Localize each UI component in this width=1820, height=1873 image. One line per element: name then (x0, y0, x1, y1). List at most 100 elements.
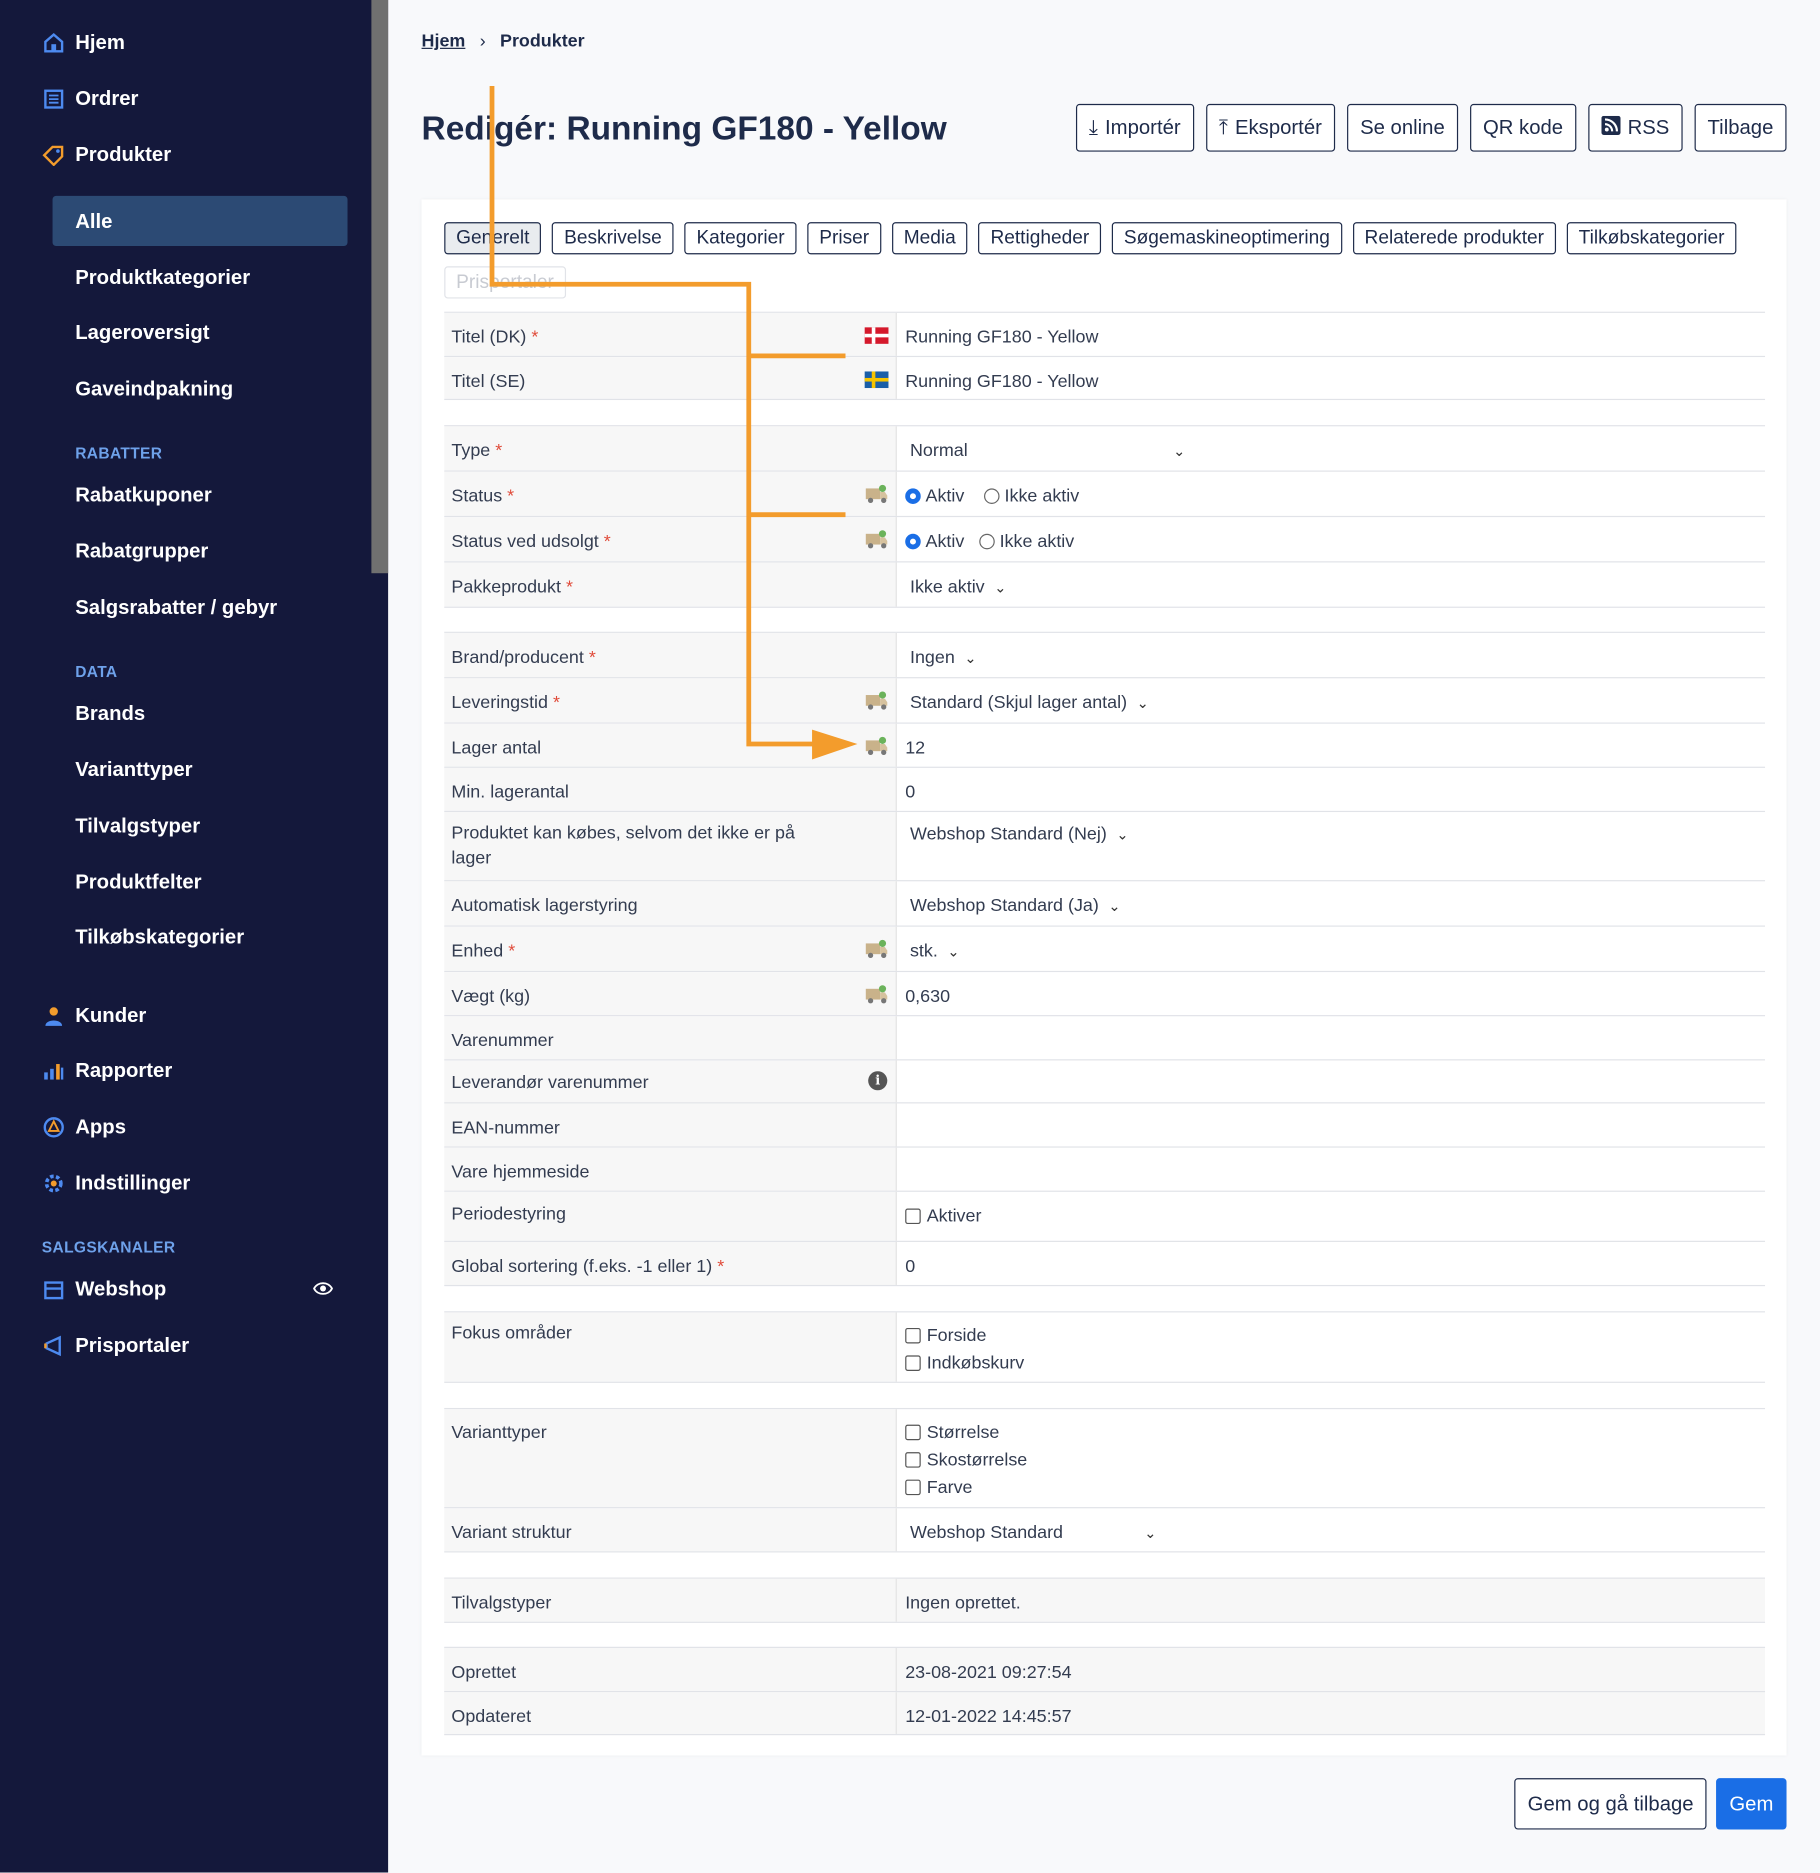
eye-icon[interactable] (313, 1280, 333, 1303)
weight-input[interactable]: 0,630 (905, 984, 1765, 1009)
sidebar-item-customers[interactable]: Kunder (42, 1002, 146, 1031)
stock-input[interactable]: 12 (905, 736, 1765, 761)
view-online-button[interactable]: Se online (1346, 103, 1458, 152)
form-row-status-soldout: Status ved udsolgt * Aktiv Ikke aktiv (444, 515, 1766, 562)
swedish-flag-icon (864, 371, 889, 389)
sidebar-item-home[interactable]: Hjem (42, 29, 125, 58)
tab-seo[interactable]: Søgemaskineoptimering (1111, 222, 1342, 255)
status-inactive-radio[interactable]: Ikke aktiv (984, 486, 1079, 506)
unit-select[interactable]: stk. ⌄ (910, 939, 1765, 965)
sidebar-item-discount-groups[interactable]: Rabatgrupper (75, 537, 208, 566)
sidebar-item-coupons[interactable]: Rabatkuponer (75, 481, 211, 510)
homepage-input[interactable] (905, 1160, 1765, 1181)
sidebar-item-reports[interactable]: Rapporter (42, 1057, 172, 1086)
form-row-supplier-sku: Leverandør varenummer i (444, 1059, 1766, 1103)
variant-structure-select[interactable]: Webshop Standard ⌄ (910, 1520, 1765, 1546)
title-dk-input[interactable]: Running GF180 - Yellow (905, 325, 1765, 350)
package-select[interactable]: Ikke aktiv ⌄ (910, 574, 1765, 600)
ean-input[interactable] (905, 1115, 1765, 1136)
sku-input[interactable] (905, 1028, 1765, 1049)
sidebar-item-addon-types[interactable]: Tilvalgstyper (75, 812, 200, 841)
sidebar-item-product-fields[interactable]: Produktfelter (75, 868, 201, 897)
period-checkbox[interactable]: Aktiver (905, 1204, 1765, 1229)
tab-categories[interactable]: Kategorier (684, 222, 797, 255)
variant-color-checkbox[interactable]: Farve (905, 1474, 1765, 1501)
breadcrumb-home-link[interactable]: Hjem (422, 31, 466, 51)
backorder-select[interactable]: Webshop Standard (Nej) ⌄ (910, 822, 1765, 848)
chevron-down-icon: ⌄ (1173, 443, 1186, 460)
field-label: Oprettet (451, 1662, 517, 1683)
rss-button[interactable]: RSS (1588, 103, 1683, 152)
sidebar-scrollbar[interactable] (371, 0, 389, 574)
sidebar-item-gift-wrapping[interactable]: Gaveindpakning (75, 375, 233, 404)
tab-description[interactable]: Beskrivelse (552, 222, 674, 255)
export-button[interactable]: ⤒ Eksportér (1205, 103, 1336, 152)
focus-cart-checkbox[interactable]: Indkøbskurv (905, 1349, 1765, 1376)
soldout-active-radio[interactable]: Aktiv (905, 531, 964, 552)
min-stock-input[interactable]: 0 (905, 780, 1765, 805)
form-spacer (444, 1551, 1766, 1577)
sidebar-item-variant-types[interactable]: Varianttyper (75, 756, 192, 785)
form-row-auto-stock: Automatisk lagerstyring Webshop Standard… (444, 880, 1766, 926)
form-row-variant-structure: Variant struktur Webshop Standard ⌄ (444, 1507, 1766, 1552)
field-label: Lager antal (451, 738, 542, 759)
back-button[interactable]: Tilbage (1694, 103, 1787, 152)
field-label: Type * (451, 440, 503, 461)
sidebar-item-all[interactable]: Alle (75, 208, 112, 237)
field-label: Fokus områder (451, 1323, 572, 1344)
info-icon[interactable]: i (868, 1071, 888, 1091)
tab-general[interactable]: Generelt (444, 222, 542, 255)
auto-stock-select[interactable]: Webshop Standard (Ja) ⌄ (910, 893, 1765, 919)
section-heading-data: DATA (75, 662, 118, 681)
sidebar-item-product-categories[interactable]: Produktkategorier (75, 264, 250, 293)
save-button[interactable]: Gem (1716, 1778, 1787, 1830)
sidebar-item-products[interactable]: Produkter (42, 141, 171, 170)
page-title: Redigér: Running GF180 - Yellow (421, 109, 947, 147)
form-row-ean: EAN-nummer (444, 1102, 1766, 1147)
tab-bar: Generelt Beskrivelse Kategorier Priser M… (444, 222, 1770, 299)
field-label: Enhed * (451, 941, 516, 962)
sort-input[interactable]: 0 (905, 1254, 1765, 1279)
tab-prices[interactable]: Priser (807, 222, 882, 255)
rss-label: RSS (1627, 115, 1670, 139)
tab-related-products[interactable]: Relaterede produkter (1352, 222, 1556, 255)
truck-icon (865, 985, 888, 1004)
tab-addon-categories[interactable]: Tilkøbskategorier (1566, 222, 1737, 255)
save-and-back-button[interactable]: Gem og gå tilbage (1514, 1778, 1707, 1830)
qr-code-button[interactable]: QR kode (1469, 103, 1577, 152)
title-se-input[interactable]: Running GF180 - Yellow (905, 369, 1765, 394)
tab-price-portals[interactable]: Prisportaler (444, 266, 566, 299)
supplier-sku-input[interactable] (905, 1072, 1765, 1093)
field-label: Leverandør varenummer (451, 1072, 649, 1093)
status-active-radio[interactable]: Aktiv (905, 486, 964, 506)
tab-permissions[interactable]: Rettigheder (978, 222, 1102, 255)
tab-media[interactable]: Media (891, 222, 968, 255)
sidebar-item-brands[interactable]: Brands (75, 700, 145, 729)
sidebar-item-stock-overview[interactable]: Lageroversigt (75, 319, 209, 348)
megaphone-icon (42, 1334, 66, 1358)
chevron-down-icon: ⌄ (994, 579, 1007, 596)
sidebar-item-sales-discounts[interactable]: Salgsrabatter / gebyr (75, 594, 277, 623)
delivery-select[interactable]: Standard (Skjul lager antal) ⌄ (910, 690, 1765, 716)
apps-icon (42, 1115, 66, 1139)
sidebar-item-settings[interactable]: Indstillinger (42, 1169, 190, 1198)
sidebar-item-orders[interactable]: Ordrer (42, 85, 139, 114)
field-label: Opdateret (451, 1706, 532, 1727)
variant-size-checkbox[interactable]: Størrelse (905, 1419, 1765, 1446)
form-row-focus: Fokus områder Forside Indkøbskurv (444, 1311, 1766, 1382)
type-select[interactable]: Normal ⌄ (910, 438, 1765, 464)
import-button[interactable]: ⤓ Importér (1075, 103, 1194, 152)
upload-icon: ⤒ (1218, 115, 1228, 139)
truck-icon (865, 691, 888, 710)
soldout-inactive-radio[interactable]: Ikke aktiv (979, 531, 1074, 552)
focus-frontpage-checkbox[interactable]: Forside (905, 1322, 1765, 1349)
truck-icon (865, 736, 888, 755)
sidebar-item-apps[interactable]: Apps (42, 1113, 126, 1142)
brand-select[interactable]: Ingen ⌄ (910, 645, 1765, 671)
variant-shoesize-checkbox[interactable]: Skostørrelse (905, 1446, 1765, 1473)
sidebar-item-webshop[interactable]: Webshop (42, 1275, 166, 1304)
sidebar-item-price-portals[interactable]: Prisportaler (42, 1332, 189, 1361)
sidebar-item-addon-categories[interactable]: Tilkøbskategorier (75, 923, 244, 952)
breadcrumb-separator-icon: › (479, 31, 486, 52)
form-row-stock: Lager antal 12 (444, 722, 1766, 767)
